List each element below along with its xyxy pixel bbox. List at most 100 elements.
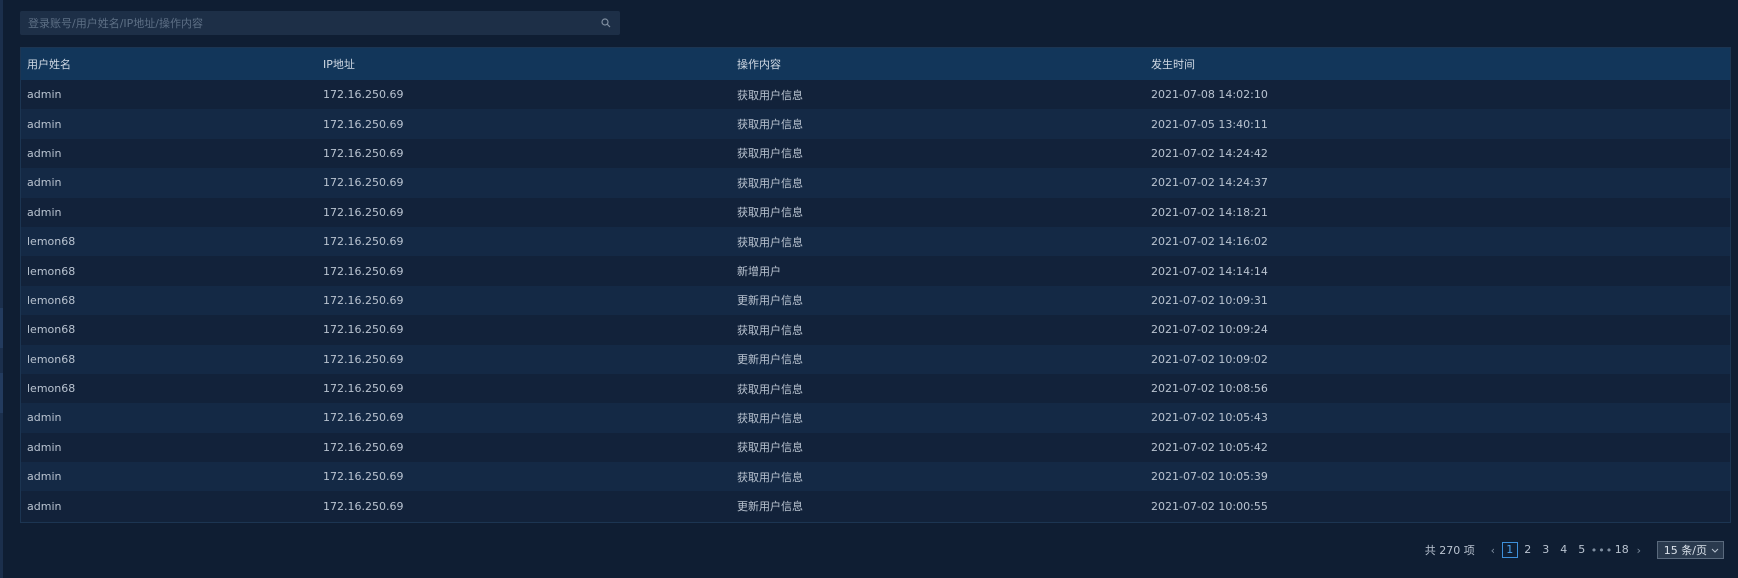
cell-user-name: lemon68 [27, 293, 76, 307]
cell-ip-address: 172.16.250.69 [323, 352, 404, 366]
page-button-last[interactable]: 18 [1614, 542, 1630, 558]
cell-ip-address: 172.16.250.69 [323, 88, 404, 102]
table-row[interactable]: lemon68 172.16.250.69 获取用户信息 2021-07-02 … [21, 226, 1730, 257]
page-button-4[interactable]: 4 [1556, 542, 1572, 558]
table-row[interactable]: lemon68 172.16.250.69 获取用户信息 2021-07-02 … [21, 315, 1730, 345]
page-button-5[interactable]: 5 [1574, 542, 1590, 558]
cell-operation: 获取用户信息 [737, 235, 803, 249]
cell-ip-address: 172.16.250.69 [323, 382, 404, 396]
chevron-right-icon[interactable]: › [1631, 544, 1647, 557]
cell-user-name: admin [27, 470, 62, 484]
cell-ip-address: 172.16.250.69 [323, 293, 404, 307]
cell-operation: 更新用户信息 [737, 500, 803, 514]
page-button-2[interactable]: 2 [1520, 542, 1536, 558]
column-header-time: 发生时间 [1151, 58, 1195, 71]
cell-user-name: admin [27, 176, 62, 190]
cell-operation: 获取用户信息 [737, 382, 803, 396]
cell-ip-address: 172.16.250.69 [323, 323, 404, 337]
cell-user-name: admin [27, 146, 62, 160]
page-button-1[interactable]: 1 [1501, 542, 1518, 558]
cell-user-name: lemon68 [27, 235, 76, 249]
column-header-ip-address: IP地址 [323, 58, 355, 71]
cell-time: 2021-07-02 10:05:39 [1151, 470, 1268, 484]
left-edge-marker [0, 308, 3, 348]
cell-user-name: admin [27, 117, 62, 131]
cell-operation: 获取用户信息 [737, 411, 803, 425]
page-size-select[interactable]: 15 条/页 [1656, 541, 1724, 559]
cell-time: 2021-07-02 10:00:55 [1151, 499, 1268, 513]
cell-time: 2021-07-02 14:18:21 [1151, 205, 1268, 219]
table-row[interactable]: lemon68 172.16.250.69 新增用户 2021-07-02 14… [21, 256, 1730, 286]
cell-user-name: lemon68 [27, 264, 76, 278]
search-input[interactable] [28, 12, 592, 34]
cell-time: 2021-07-02 14:14:14 [1151, 264, 1268, 278]
cell-time: 2021-07-02 10:05:43 [1151, 411, 1268, 425]
cell-ip-address: 172.16.250.69 [323, 117, 404, 131]
cell-user-name: lemon68 [27, 382, 76, 396]
chevron-down-icon [1711, 544, 1719, 557]
cell-user-name: admin [27, 411, 62, 425]
cell-operation: 获取用户信息 [737, 441, 803, 455]
cell-ip-address: 172.16.250.69 [323, 411, 404, 425]
cell-ip-address: 172.16.250.69 [323, 264, 404, 278]
cell-operation: 获取用户信息 [737, 470, 803, 484]
cell-operation: 获取用户信息 [737, 206, 803, 220]
cell-operation: 获取用户信息 [737, 88, 803, 102]
cell-operation: 新增用户 [737, 265, 781, 279]
table-row[interactable]: admin 172.16.250.69 获取用户信息 2021-07-02 14… [21, 138, 1730, 169]
cell-ip-address: 172.16.250.69 [323, 235, 404, 249]
cell-time: 2021-07-02 10:05:42 [1151, 440, 1268, 454]
cell-ip-address: 172.16.250.69 [323, 176, 404, 190]
cell-user-name: admin [27, 499, 62, 513]
cell-time: 2021-07-02 10:09:31 [1151, 293, 1268, 307]
table-row[interactable]: admin 172.16.250.69 获取用户信息 2021-07-02 14… [21, 168, 1730, 198]
cell-operation: 更新用户信息 [737, 294, 803, 308]
table-row[interactable]: lemon68 172.16.250.69 更新用户信息 2021-07-02 … [21, 344, 1730, 374]
cell-time: 2021-07-02 10:08:56 [1151, 382, 1268, 396]
cell-time: 2021-07-02 14:16:02 [1151, 235, 1268, 249]
total-count: 共 270 项 [1424, 544, 1475, 557]
table-row[interactable]: admin 172.16.250.69 获取用户信息 2021-07-05 13… [21, 109, 1730, 139]
left-edge-strip [0, 0, 3, 578]
cell-ip-address: 172.16.250.69 [323, 146, 404, 160]
cell-time: 2021-07-02 10:09:02 [1151, 352, 1268, 366]
log-table-container: 用户姓名 IP地址 操作内容 发生时间 admin 172.16.250.69 … [20, 47, 1731, 523]
table-row[interactable]: lemon68 172.16.250.69 更新用户信息 2021-07-02 … [21, 285, 1730, 316]
cell-time: 2021-07-08 14:02:10 [1151, 88, 1268, 102]
table-row[interactable]: admin 172.16.250.69 更新用户信息 2021-07-02 10… [21, 491, 1730, 521]
chevron-left-icon[interactable]: ‹ [1485, 544, 1501, 557]
cell-time: 2021-07-02 10:09:24 [1151, 323, 1268, 337]
cell-ip-address: 172.16.250.69 [323, 499, 404, 513]
column-header-user-name: 用户姓名 [27, 58, 71, 71]
cell-user-name: lemon68 [27, 323, 76, 337]
table-row[interactable]: admin 172.16.250.69 获取用户信息 2021-07-08 14… [21, 80, 1730, 110]
table-row[interactable]: admin 172.16.250.69 获取用户信息 2021-07-02 10… [21, 432, 1730, 463]
table-row[interactable]: lemon68 172.16.250.69 获取用户信息 2021-07-02 … [21, 373, 1730, 404]
cell-operation: 获取用户信息 [737, 118, 803, 132]
cell-time: 2021-07-02 14:24:42 [1151, 146, 1268, 160]
table-row[interactable]: admin 172.16.250.69 获取用户信息 2021-07-02 10… [21, 403, 1730, 433]
table-row[interactable]: admin 172.16.250.69 获取用户信息 2021-07-02 10… [21, 462, 1730, 492]
search-box [20, 11, 620, 35]
cell-ip-address: 172.16.250.69 [323, 440, 404, 454]
cell-ip-address: 172.16.250.69 [323, 205, 404, 219]
page-ellipsis[interactable]: ••• [1591, 544, 1613, 557]
cell-user-name: lemon68 [27, 352, 76, 366]
cell-ip-address: 172.16.250.69 [323, 470, 404, 484]
page-button-3[interactable]: 3 [1538, 542, 1554, 558]
cell-operation: 获取用户信息 [737, 176, 803, 190]
cell-operation: 获取用户信息 [737, 147, 803, 161]
cell-user-name: admin [27, 88, 62, 102]
search-icon[interactable] [592, 11, 620, 35]
cell-user-name: admin [27, 205, 62, 219]
left-edge-marker [0, 373, 3, 413]
page-size-label: 15 条/页 [1663, 544, 1707, 557]
cell-time: 2021-07-02 14:24:37 [1151, 176, 1268, 190]
table-header-row: 用户姓名 IP地址 操作内容 发生时间 [21, 48, 1730, 80]
column-header-operation: 操作内容 [737, 58, 781, 71]
cell-operation: 更新用户信息 [737, 353, 803, 367]
table-row[interactable]: admin 172.16.250.69 获取用户信息 2021-07-02 14… [21, 197, 1730, 227]
log-table: 用户姓名 IP地址 操作内容 发生时间 admin 172.16.250.69 … [21, 48, 1730, 521]
cell-time: 2021-07-05 13:40:11 [1151, 117, 1268, 131]
cell-operation: 获取用户信息 [737, 323, 803, 337]
